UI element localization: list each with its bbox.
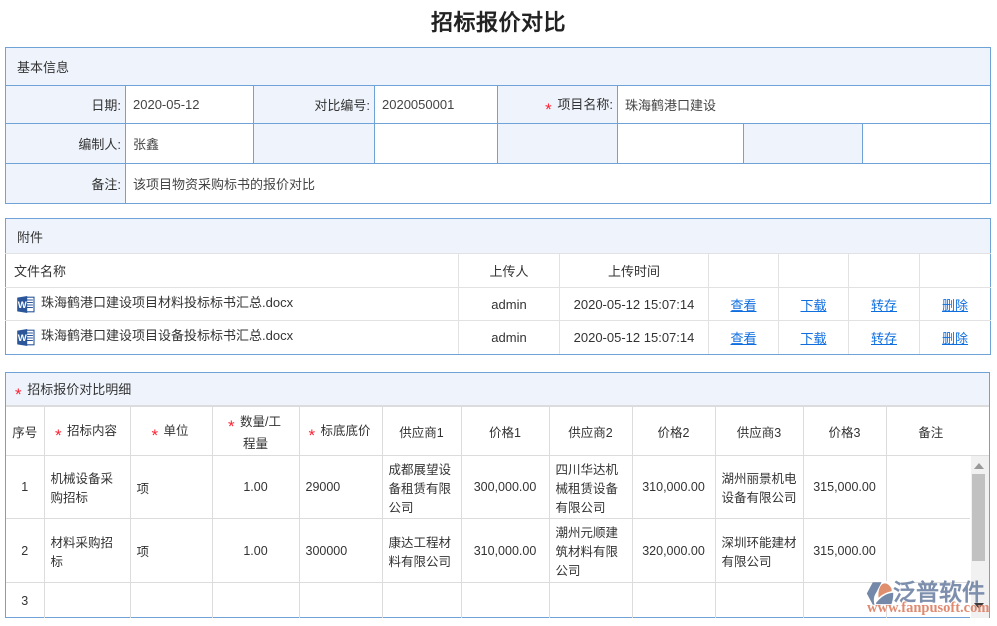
svg-text:W: W <box>18 300 27 311</box>
svg-text:W: W <box>18 333 27 344</box>
